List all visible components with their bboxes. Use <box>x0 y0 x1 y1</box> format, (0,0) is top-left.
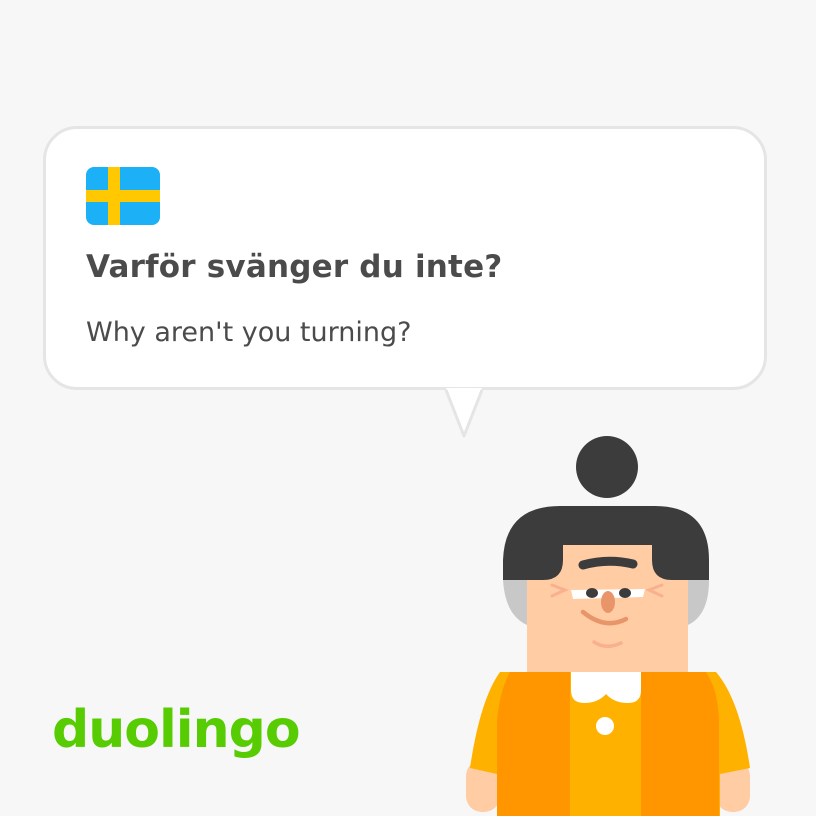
character-illustration <box>466 436 750 816</box>
duolingo-logo: duolingo <box>52 700 301 760</box>
